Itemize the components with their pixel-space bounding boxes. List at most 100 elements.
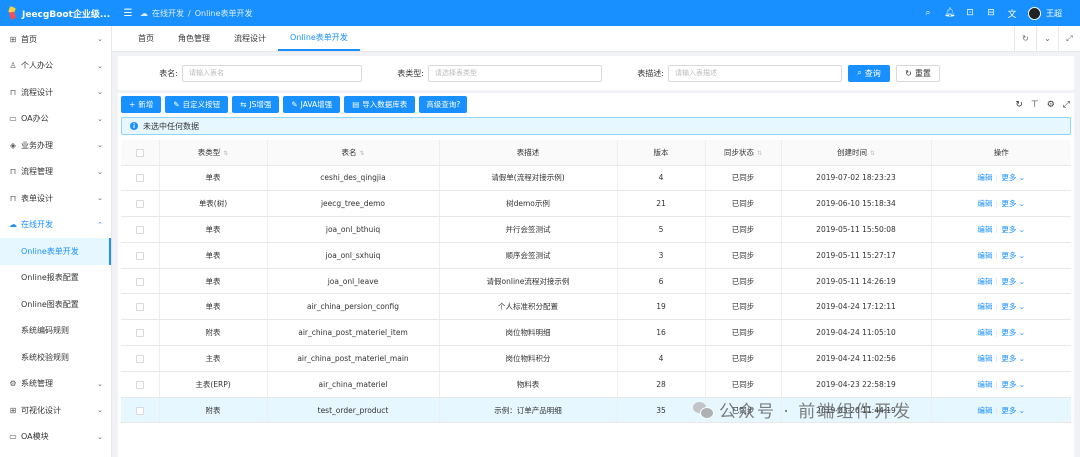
cell-desc: 岗位物料明细 <box>439 319 618 347</box>
row-checkbox[interactable] <box>121 345 160 372</box>
query-button-label: 查询 <box>864 68 881 78</box>
avatar[interactable] <box>1028 6 1041 20</box>
tab-process-design[interactable]: 流程设计 <box>222 26 278 51</box>
add-button[interactable]: + 新增 <box>121 96 162 113</box>
sidebar-item-oa-module[interactable]: ▭ OA模块 ⌄ <box>0 424 111 451</box>
more-link[interactable]: 更多 ⌄ <box>1001 302 1025 311</box>
sidebar-item-business[interactable]: ◈ 业务办理 ⌄ <box>0 132 111 159</box>
edit-link[interactable]: 编辑 <box>977 225 992 234</box>
bell-icon[interactable]: 🔔︎ <box>944 8 955 18</box>
sidebar-subitem-online-report[interactable]: Online报表配置 <box>0 265 111 292</box>
more-link[interactable]: 更多 ⌄ <box>1001 225 1025 234</box>
edit-link[interactable]: 编辑 <box>977 199 992 208</box>
edit-link[interactable]: 编辑 <box>977 406 992 415</box>
sidebar-subitem-online-chart[interactable]: Online图表配置 <box>0 291 111 318</box>
sidebar-item-process-design[interactable]: ⊓ 流程设计 ⌄ <box>0 79 111 106</box>
row-checkbox[interactable] <box>121 268 160 295</box>
gear-icon[interactable]: ⚙ <box>1047 100 1055 110</box>
table-row[interactable]: 附表 test_order_product 示例：订单产品明细 35 已同步 2019-0… <box>121 397 1071 424</box>
more-link[interactable]: 更多 ⌄ <box>1001 199 1025 208</box>
row-checkbox[interactable] <box>121 319 160 347</box>
reset-button[interactable]: ↻ 重置 <box>896 64 940 82</box>
edit-link[interactable]: 编辑 <box>977 354 992 363</box>
edit-link[interactable]: 编辑 <box>977 277 992 286</box>
more-link[interactable]: 更多 ⌄ <box>1001 354 1025 363</box>
sidebar-item-label: 首页 <box>21 34 37 44</box>
table-row[interactable]: 单表 joa_onl_leave 请假online流程对接示例 6 已同步 2019-05… <box>121 268 1071 295</box>
js-enhance-button[interactable]: ⇆ JS增强 <box>232 96 280 113</box>
edit-link[interactable]: 编辑 <box>977 380 992 389</box>
more-link[interactable]: 更多 ⌄ <box>1001 173 1025 182</box>
row-checkbox[interactable] <box>121 371 160 398</box>
table-row[interactable]: 单表 joa_onl_sxhuiq 顺序会签测试 3 已同步 2019-05-11 15:… <box>121 242 1071 269</box>
refresh-icon[interactable]: ↻ <box>1015 100 1023 110</box>
select-all-checkbox[interactable] <box>121 140 160 166</box>
fullscreen-icon[interactable]: ⤢ <box>1063 100 1070 110</box>
more-link[interactable]: 更多 ⌄ <box>1001 277 1025 286</box>
table-row[interactable]: 附表 air_china_post_materiel_item 岗位物料明细 16 已同… <box>121 319 1071 347</box>
custom-button-button[interactable]: ✎ 自定义按钮 <box>165 96 229 113</box>
table-row[interactable]: 单表 ceshi_des_qingjia 请假单(流程对接示例) 4 已同步 2019-0… <box>121 165 1071 192</box>
menu-fold-icon[interactable]: ☰ <box>120 8 136 19</box>
table-row[interactable]: 主表(ERP) air_china_materiel 物料表 28 已同步 2019-04… <box>121 371 1071 398</box>
row-checkbox[interactable] <box>121 165 160 192</box>
table-row[interactable]: 主表 air_china_post_materiel_main 岗位物料积分 4 已同步… <box>121 345 1071 372</box>
table-row[interactable]: 单表 joa_onl_bthuiq 并行会签测试 5 已同步 2019-05-11 15:… <box>121 216 1071 243</box>
sidebar-item-visual-design[interactable]: ⊞ 可视化设计 ⌄ <box>0 397 111 424</box>
lock-screen-icon[interactable]: ⊟ <box>986 8 996 18</box>
table-type-select[interactable]: 请选择表类型 <box>428 64 602 82</box>
app-logo[interactable]: JeecgBoot企业级... <box>0 0 112 26</box>
translate-icon[interactable]: 文 <box>1007 7 1017 20</box>
user-name[interactable]: 王超 <box>1046 8 1062 19</box>
cell-name: air_china_persion_config <box>267 293 440 321</box>
table-desc-input[interactable]: 请输入表描述 <box>668 64 842 82</box>
tab-home[interactable]: 首页 <box>112 26 166 51</box>
more-link[interactable]: 更多 ⌄ <box>1001 380 1025 389</box>
table-row[interactable]: 单表 air_china_persion_config 个人标准积分配置 19 已同步 2… <box>121 293 1071 321</box>
cell-version: 35 <box>617 397 706 424</box>
row-checkbox[interactable] <box>121 242 160 269</box>
query-button[interactable]: ⌕ 查询 <box>848 64 890 82</box>
sidebar-subitem-online-form[interactable]: Online表单开发 <box>0 238 111 265</box>
row-checkbox[interactable] <box>121 216 160 243</box>
sidebar-item-process-manage[interactable]: ⊓ 流程管理 ⌄ <box>0 159 111 186</box>
sidebar-item-oa-office[interactable]: ▭ OA办公 ⌄ <box>0 106 111 133</box>
sidebar-subitem-code-rule[interactable]: 系统编码规则 <box>0 318 111 345</box>
tab-role-manage[interactable]: 角色管理 <box>166 26 222 51</box>
column-header-sync-status[interactable]: 同步状态 ⇅ <box>705 140 782 166</box>
advanced-query-button[interactable]: 高级查询? <box>419 96 468 113</box>
column-header-type[interactable]: 表类型 ⇅ <box>159 140 268 166</box>
chevron-down-icon[interactable]: ⌄ <box>1036 26 1058 51</box>
column-height-icon[interactable]: ⊤ <box>1031 100 1039 110</box>
more-link[interactable]: 更多 ⌄ <box>1001 251 1025 260</box>
edit-link[interactable]: 编辑 <box>977 302 992 311</box>
more-link[interactable]: 更多 ⌄ <box>1001 328 1025 337</box>
java-enhance-button[interactable]: ✎ JAVA增强 <box>283 96 341 113</box>
tab-online-form[interactable]: Online表单开发 <box>278 26 360 51</box>
sidebar-item-form-design[interactable]: ⊓ 表单设计 ⌄ <box>0 185 111 212</box>
sidebar-item-home[interactable]: ⊞ 首页 ⌄ <box>0 26 111 53</box>
row-checkbox[interactable] <box>121 293 160 321</box>
row-checkbox[interactable] <box>121 190 160 218</box>
refresh-icon[interactable]: ↻ <box>1014 26 1036 51</box>
sidebar-subitem-check-rule[interactable]: 系统校验规则 <box>0 344 111 371</box>
search-icon[interactable]: ⌕ <box>923 8 933 18</box>
import-db-button[interactable]: ▤ 导入数据库表 <box>344 96 416 113</box>
column-header-name[interactable]: 表名 ⇅ <box>267 140 440 166</box>
column-header-created[interactable]: 创建时间 ⇅ <box>781 140 932 166</box>
sidebar-item-personal-office[interactable]: ♙ 个人办公 ⌄ <box>0 53 111 80</box>
sidebar-item-system[interactable]: ⚙ 系统管理 ⌄ <box>0 371 111 398</box>
cell-version: 5 <box>617 216 706 243</box>
lock-icon[interactable]: ⊡ <box>965 8 975 18</box>
table-row[interactable]: 单表(树) jeecg_tree_demo 树demo示例 21 已同步 2019-06-… <box>121 190 1071 218</box>
more-link[interactable]: 更多 ⌄ <box>1001 406 1025 415</box>
fullscreen-icon[interactable]: ⤢ <box>1058 26 1080 51</box>
table-name-input[interactable]: 请输入表名 <box>182 64 362 82</box>
edit-link[interactable]: 编辑 <box>977 173 992 182</box>
desktop-icon: ▭ <box>9 114 17 124</box>
edit-link[interactable]: 编辑 <box>977 328 992 337</box>
sidebar-item-online-dev[interactable]: ☁ 在线开发 ⌃ <box>0 212 111 239</box>
row-checkbox[interactable] <box>121 397 160 424</box>
edit-link[interactable]: 编辑 <box>977 251 992 260</box>
breadcrumb-item[interactable]: 在线开发 <box>152 8 184 19</box>
